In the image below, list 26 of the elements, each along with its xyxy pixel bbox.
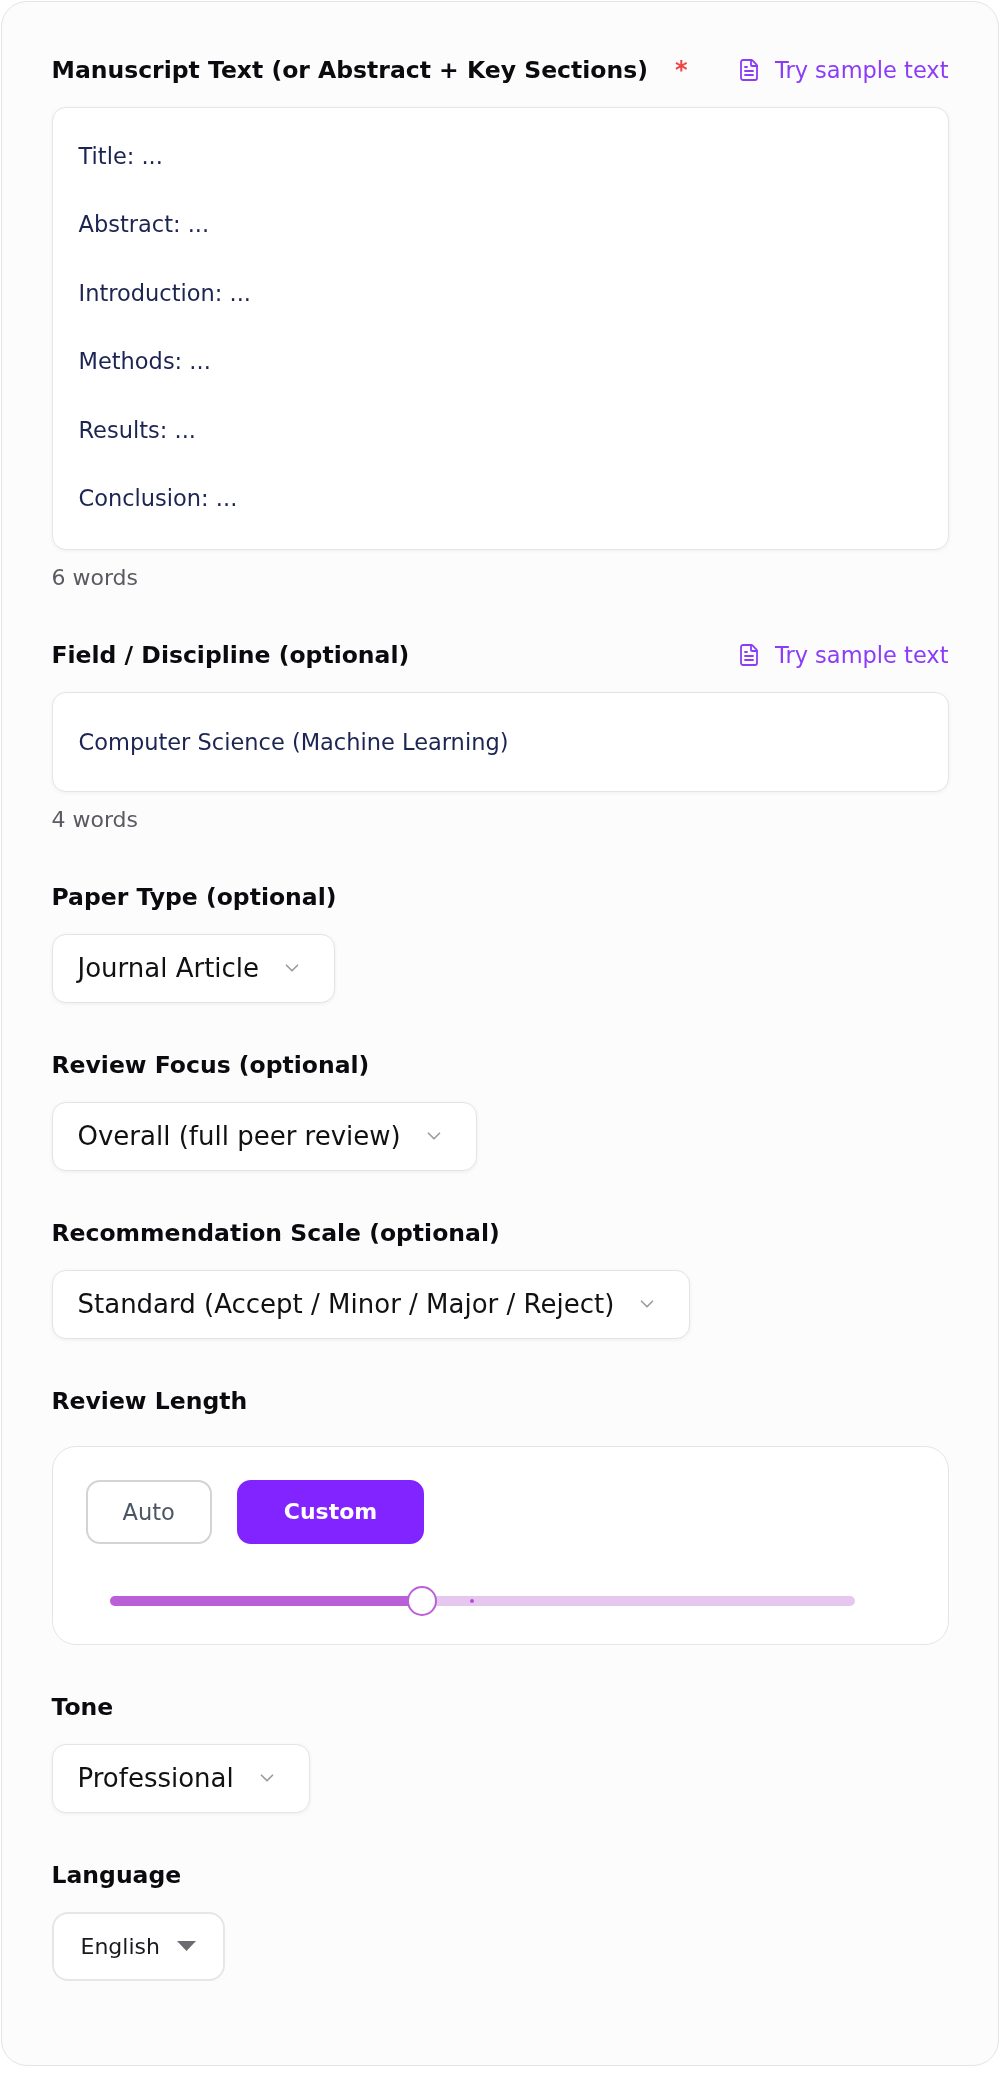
dropdown[interactable]: Professional xyxy=(51,1743,310,1813)
field-label: Review Focus (optional) xyxy=(51,1050,370,1079)
field-label: Manuscript Text (or Abstract + Key Sections) xyxy=(51,55,648,84)
try-sample-text-link[interactable]: Try sample text xyxy=(736,640,949,669)
dropdown[interactable]: Overall (full peer review) xyxy=(51,1101,477,1171)
try-sample-text-link[interactable]: Try sample text xyxy=(736,55,949,84)
slider-track[interactable] xyxy=(109,1585,855,1616)
dropdown[interactable]: English xyxy=(51,1911,225,1981)
field-label: Language xyxy=(51,1860,182,1889)
caret-down-icon xyxy=(176,1941,196,1951)
slider-thumb[interactable] xyxy=(407,1585,438,1616)
field-label: Recommendation Scale (optional) xyxy=(51,1218,500,1247)
dropdown[interactable]: Standard (Accept / Minor / Major / Reject) xyxy=(51,1269,691,1339)
field-label: Tone xyxy=(51,1692,114,1721)
field-label: Review Length xyxy=(51,1386,248,1415)
manuscript-textarea[interactable]: Title: ... Abstract: ... Introduction: ... Methods: ... Results: ... Conclusion: ... xyxy=(51,106,949,550)
field-label: Field / Discipline (optional) xyxy=(51,640,410,669)
required-mark: * xyxy=(674,55,688,84)
word-count: 6 words xyxy=(51,565,140,590)
input-field[interactable]: Computer Science (Machine Learning) xyxy=(51,691,949,792)
field-label: Paper Type (optional) xyxy=(51,882,337,911)
word-count: 4 words xyxy=(51,807,140,832)
mode-toggle-button[interactable]: Auto xyxy=(85,1479,212,1544)
mode-toggle-button[interactable]: Custom xyxy=(236,1479,425,1544)
dropdown[interactable]: Journal Article xyxy=(51,933,336,1003)
marker-dot-icon xyxy=(470,1598,475,1603)
